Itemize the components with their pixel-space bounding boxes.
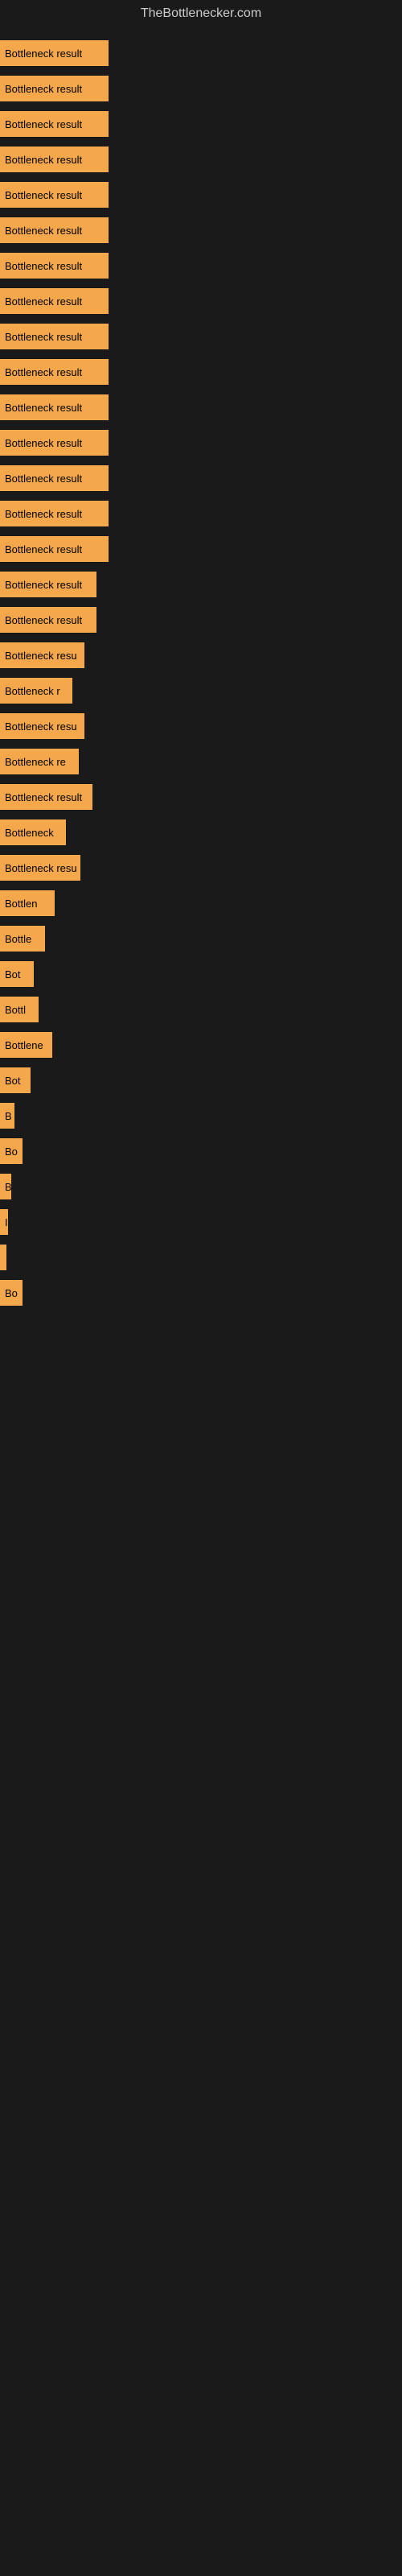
bar-row: Bottleneck result (0, 319, 402, 354)
bottleneck-bar[interactable]: Bot (0, 961, 34, 987)
bottleneck-bar[interactable]: Bottleneck result (0, 430, 109, 456)
bar-row: Bot (0, 956, 402, 992)
bar-row (0, 1240, 402, 1275)
bottleneck-bar[interactable]: B (0, 1103, 14, 1129)
bottleneck-bar[interactable]: Bo (0, 1138, 23, 1164)
bottleneck-bar[interactable]: Bottlene (0, 1032, 52, 1058)
bottleneck-bar[interactable]: I (0, 1209, 8, 1235)
bar-row: Bottleneck result (0, 248, 402, 283)
site-title: TheBottlenecker.com (0, 0, 402, 27)
bottleneck-bar[interactable]: Bottleneck result (0, 394, 109, 420)
bar-row: Bottleneck resu (0, 638, 402, 673)
bar-row: B (0, 1169, 402, 1204)
bar-row: Bottleneck result (0, 390, 402, 425)
bar-row: Bottleneck result (0, 106, 402, 142)
bar-row: Bottleneck result (0, 354, 402, 390)
bar-row: Bottleneck result (0, 531, 402, 567)
bottleneck-bar[interactable]: Bottleneck result (0, 40, 109, 66)
bottleneck-bar[interactable]: Bottleneck result (0, 217, 109, 243)
bottleneck-bar[interactable]: Bot (0, 1067, 31, 1093)
bar-row: Bottle (0, 921, 402, 956)
bar-row: Bottleneck r (0, 673, 402, 708)
bar-row: Bo (0, 1133, 402, 1169)
bottleneck-bar[interactable]: Bottleneck result (0, 572, 96, 597)
bar-row: Bot (0, 1063, 402, 1098)
bar-row: B (0, 1098, 402, 1133)
bar-row: Bottleneck result (0, 283, 402, 319)
bottleneck-bar[interactable]: Bottleneck result (0, 324, 109, 349)
bottleneck-bar[interactable]: Bottl (0, 997, 39, 1022)
bar-row: Bottleneck result (0, 71, 402, 106)
bottleneck-bar[interactable]: B (0, 1174, 11, 1199)
bar-row: Bo (0, 1275, 402, 1311)
bar-row: Bottleneck re (0, 744, 402, 779)
bar-row: Bottlene (0, 1027, 402, 1063)
bar-row: Bottleneck resu (0, 850, 402, 886)
bar-row: Bottleneck result (0, 425, 402, 460)
bottleneck-bar[interactable]: Bottleneck result (0, 359, 109, 385)
bottleneck-bar[interactable]: Bottleneck result (0, 465, 109, 491)
bottleneck-bar[interactable]: Bottleneck resu (0, 642, 84, 668)
bottleneck-bar[interactable]: Bottlen (0, 890, 55, 916)
bars-container: Bottleneck result Bottleneck result Bottle… (0, 27, 402, 1319)
bottleneck-bar[interactable]: Bottleneck result (0, 536, 109, 562)
bottleneck-bar[interactable]: Bottleneck result (0, 111, 109, 137)
bottleneck-bar[interactable] (0, 1245, 6, 1270)
bar-row: Bottleneck result (0, 602, 402, 638)
bottleneck-bar[interactable]: Bottleneck (0, 819, 66, 845)
bottleneck-bar[interactable]: Bottleneck result (0, 288, 109, 314)
bar-row: I (0, 1204, 402, 1240)
bottleneck-bar[interactable]: Bottle (0, 926, 45, 952)
bottleneck-bar[interactable]: Bottleneck result (0, 501, 109, 526)
bar-row: Bottleneck result (0, 142, 402, 177)
bottleneck-bar[interactable]: Bottleneck result (0, 607, 96, 633)
bar-row: Bottl (0, 992, 402, 1027)
bottleneck-bar[interactable]: Bottleneck result (0, 76, 109, 101)
bar-row: Bottleneck (0, 815, 402, 850)
bar-row: Bottleneck result (0, 779, 402, 815)
bar-row: Bottleneck result (0, 460, 402, 496)
bottleneck-bar[interactable]: Bottleneck result (0, 147, 109, 172)
bottleneck-bar[interactable]: Bottleneck result (0, 784, 92, 810)
bar-row: Bottleneck resu (0, 708, 402, 744)
bar-row: Bottlen (0, 886, 402, 921)
bar-row: Bottleneck result (0, 177, 402, 213)
bar-row: Bottleneck result (0, 496, 402, 531)
bottleneck-bar[interactable]: Bottleneck resu (0, 855, 80, 881)
bottleneck-bar[interactable]: Bottleneck r (0, 678, 72, 704)
bar-row: Bottleneck result (0, 213, 402, 248)
bottleneck-bar[interactable]: Bottleneck result (0, 182, 109, 208)
bottleneck-bar[interactable]: Bottleneck re (0, 749, 79, 774)
bar-row: Bottleneck result (0, 567, 402, 602)
bottleneck-bar[interactable]: Bo (0, 1280, 23, 1306)
bottleneck-bar[interactable]: Bottleneck result (0, 253, 109, 279)
bottleneck-bar[interactable]: Bottleneck resu (0, 713, 84, 739)
bar-row: Bottleneck result (0, 35, 402, 71)
